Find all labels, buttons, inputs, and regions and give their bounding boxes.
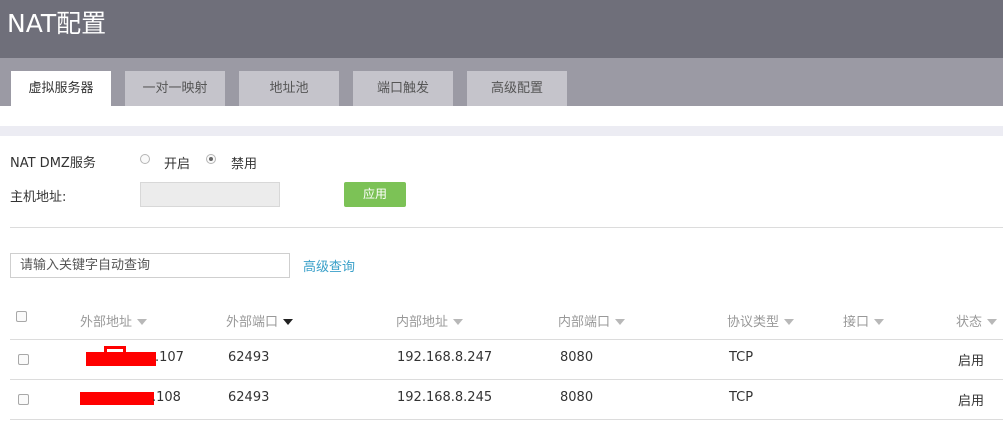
redaction-mark (104, 346, 107, 354)
section-divider (10, 227, 1003, 228)
search-input[interactable] (10, 253, 290, 278)
cell-protocol: TCP (729, 390, 754, 405)
tab-port-trigger[interactable]: 端口触发 (353, 71, 453, 106)
host-address-label: 主机地址: (10, 190, 67, 205)
apply-button[interactable]: 应用 (344, 182, 406, 207)
row-checkbox[interactable] (18, 394, 29, 405)
redaction-mark (80, 392, 154, 405)
advanced-search-link[interactable]: 高级查询 (303, 256, 355, 275)
col-header-status[interactable]: 状态 (956, 311, 998, 330)
col-header-external-port[interactable]: 外部端口 (226, 311, 294, 330)
sort-down-icon (453, 318, 464, 325)
cell-external-address: .107 (155, 350, 184, 365)
select-all-checkbox[interactable] (16, 311, 27, 322)
dmz-off-radio[interactable] (206, 154, 216, 164)
col-header-label: 接口 (843, 315, 870, 330)
row-checkbox[interactable] (18, 354, 29, 365)
tab-virtual-server[interactable]: 虚拟服务器 (11, 71, 111, 106)
table-row-divider (10, 419, 1003, 420)
page-title: NAT配置 (7, 9, 107, 38)
cell-protocol: TCP (729, 350, 754, 365)
col-header-label: 状态 (956, 315, 983, 330)
tab-bar: 虚拟服务器 一对一映射 地址池 端口触发 高级配置 (0, 58, 1003, 106)
sort-down-icon (283, 318, 294, 325)
col-header-interface[interactable]: 接口 (843, 311, 885, 330)
redaction-mark (86, 352, 156, 366)
col-header-label: 协议类型 (727, 315, 780, 330)
cell-external-port: 62493 (228, 390, 270, 405)
cell-internal-address: 192.168.8.247 (397, 350, 493, 365)
tab-advanced-config[interactable]: 高级配置 (467, 71, 567, 106)
col-header-internal-address[interactable]: 内部地址 (396, 311, 464, 330)
cell-status: 启用 (958, 394, 985, 409)
col-header-protocol[interactable]: 协议类型 (727, 311, 795, 330)
sort-down-icon (615, 318, 626, 325)
dmz-on-radio[interactable] (140, 154, 150, 164)
table-row-divider (10, 339, 1003, 340)
sort-down-icon (987, 318, 998, 325)
sort-down-icon (874, 318, 885, 325)
col-header-label: 内部地址 (396, 315, 449, 330)
cell-external-address: .108 (152, 390, 181, 405)
section-strip (0, 126, 1003, 136)
dmz-off-label[interactable]: 禁用 (231, 153, 257, 172)
col-header-label: 外部端口 (226, 315, 279, 330)
col-header-external-address[interactable]: 外部地址 (80, 311, 148, 330)
cell-status: 启用 (958, 354, 985, 369)
tab-address-pool[interactable]: 地址池 (239, 71, 339, 106)
cell-internal-port: 8080 (560, 390, 594, 405)
col-header-label: 外部地址 (80, 315, 133, 330)
host-address-input[interactable] (140, 182, 280, 207)
dmz-label: NAT DMZ服务 (10, 156, 96, 171)
cell-internal-address: 192.168.8.245 (397, 390, 493, 405)
cell-internal-port: 8080 (560, 350, 594, 365)
sort-down-icon (784, 318, 795, 325)
redaction-mark (123, 346, 126, 354)
col-header-label: 内部端口 (558, 315, 611, 330)
page-header: NAT配置 (0, 0, 1003, 58)
tab-one-to-one-mapping[interactable]: 一对一映射 (125, 71, 225, 106)
cell-external-port: 62493 (228, 350, 270, 365)
sort-down-icon (137, 318, 148, 325)
col-header-internal-port[interactable]: 内部端口 (558, 311, 626, 330)
table-row-divider (10, 379, 1003, 380)
dmz-on-label[interactable]: 开启 (164, 153, 190, 172)
